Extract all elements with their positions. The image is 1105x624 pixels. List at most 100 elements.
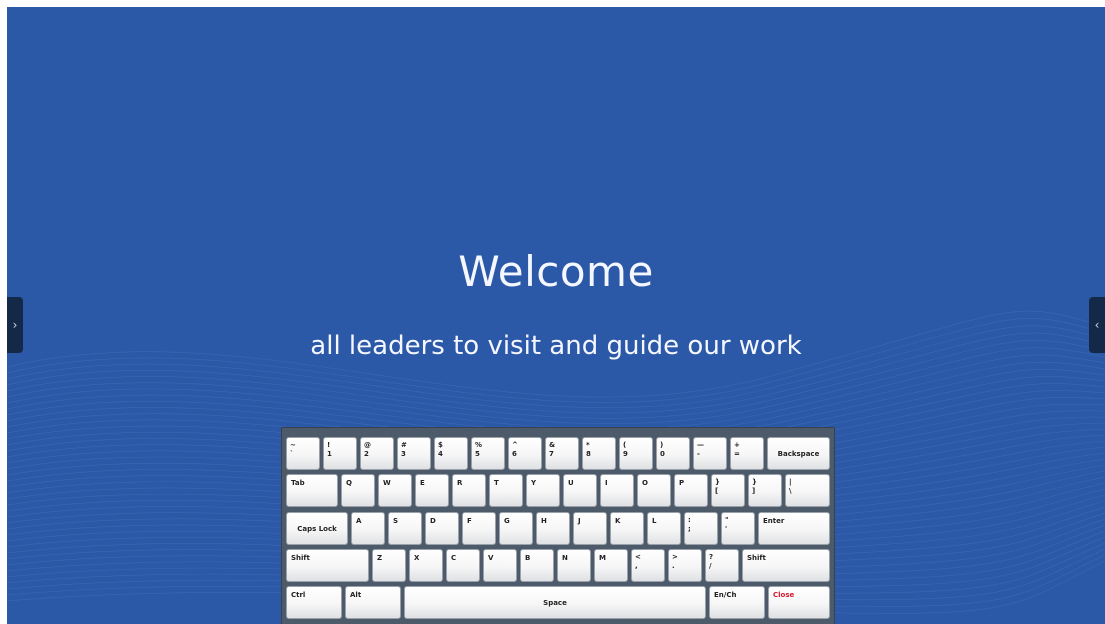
key-base-char: 5 <box>475 450 480 458</box>
key-z[interactable]: Z <box>372 549 406 582</box>
key-base-char: 3 <box>401 450 406 458</box>
key-shift-char: ? <box>709 553 714 561</box>
key-label: B <box>525 554 531 562</box>
key-j[interactable]: J <box>573 512 607 545</box>
key-shift-char: ~ <box>290 441 296 449</box>
key-9[interactable]: (9 <box>619 437 653 470</box>
key-label: Shift <box>291 554 310 562</box>
chevron-left-icon: ‹ <box>1094 318 1100 332</box>
key-v[interactable]: V <box>483 549 517 582</box>
key-w[interactable]: W <box>378 474 412 507</box>
key-backslash[interactable]: | \ <box>785 474 830 507</box>
key-period[interactable]: >. <box>668 549 702 582</box>
key-backtick[interactable]: ~ ` <box>286 437 320 470</box>
background-wave-line <box>7 354 1105 430</box>
key-equals[interactable]: + = <box>730 437 764 470</box>
right-side-panel-tab[interactable]: ‹ <box>1089 297 1105 353</box>
key-e[interactable]: E <box>415 474 449 507</box>
key-a[interactable]: A <box>351 512 385 545</box>
key-quote[interactable]: " ' <box>721 512 755 545</box>
key-b[interactable]: B <box>520 549 554 582</box>
key-f[interactable]: F <box>462 512 496 545</box>
key-base-char: 1 <box>327 450 332 458</box>
key-p[interactable]: P <box>674 474 708 507</box>
key-6[interactable]: ^ 6 <box>508 437 542 470</box>
key-0[interactable]: ) 0 <box>656 437 690 470</box>
key-2[interactable]: @2 <box>360 437 394 470</box>
key-tab[interactable]: Tab <box>286 474 338 507</box>
key-label: K <box>615 517 621 525</box>
key-right-bracket[interactable]: }] <box>748 474 782 507</box>
left-side-panel-tab[interactable]: › <box>7 297 23 353</box>
key-shift-left[interactable]: Shift <box>286 549 369 582</box>
key-alt[interactable]: Alt <box>345 586 401 619</box>
key-base-char: - <box>697 450 700 458</box>
key-g[interactable]: G <box>499 512 533 545</box>
key-label: D <box>430 517 436 525</box>
key-label: Enter <box>763 517 785 525</box>
key-s[interactable]: S <box>388 512 422 545</box>
key-enter[interactable]: Enter <box>758 512 830 545</box>
key-label: En/Ch <box>714 591 737 599</box>
key-k[interactable]: K <box>610 512 644 545</box>
key-q[interactable]: Q <box>341 474 375 507</box>
key-base-char: / <box>709 562 712 570</box>
key-shift-char: : <box>688 516 691 524</box>
key-i[interactable]: I <box>600 474 634 507</box>
key-left-bracket[interactable]: }[ <box>711 474 745 507</box>
key-caps-lock[interactable]: Caps Lock <box>286 512 348 545</box>
key-base-char: . <box>672 562 675 570</box>
key-shift-right[interactable]: Shift <box>742 549 830 582</box>
key-4[interactable]: $4 <box>434 437 468 470</box>
key-label: Ctrl <box>291 591 306 599</box>
key-base-char: 0 <box>660 450 665 458</box>
key-slash[interactable]: ? / <box>705 549 739 582</box>
key-shift-char: ! <box>327 441 331 449</box>
key-d[interactable]: D <box>425 512 459 545</box>
key-shift-char: | <box>789 478 792 486</box>
key-label: J <box>578 517 581 525</box>
key-label: Space <box>543 599 567 607</box>
key-label: V <box>488 554 494 562</box>
key-shift-char: ( <box>623 441 627 449</box>
key-x[interactable]: X <box>409 549 443 582</box>
key-m[interactable]: M <box>594 549 628 582</box>
key-h[interactable]: H <box>536 512 570 545</box>
key-label: S <box>393 517 399 525</box>
key-label: P <box>679 479 685 487</box>
key-r[interactable]: R <box>452 474 486 507</box>
key-label: G <box>504 517 510 525</box>
key-shift-char: } <box>715 478 720 486</box>
key-minus[interactable]: — - <box>693 437 727 470</box>
key-backspace[interactable]: Backspace <box>767 437 830 470</box>
key-shift-char: * <box>586 441 590 449</box>
key-base-char: = <box>734 450 740 458</box>
key-base-char: 9 <box>623 450 628 458</box>
key-space[interactable]: Space <box>404 586 706 619</box>
key-ctrl[interactable]: Ctrl <box>286 586 342 619</box>
key-o[interactable]: O <box>637 474 671 507</box>
key-label: W <box>383 479 391 487</box>
key-comma[interactable]: <, <box>631 549 665 582</box>
key-shift-char: # <box>401 441 407 449</box>
key-u[interactable]: U <box>563 474 597 507</box>
key-l[interactable]: L <box>647 512 681 545</box>
key-t[interactable]: T <box>489 474 523 507</box>
key-c[interactable]: C <box>446 549 480 582</box>
key-label: U <box>568 479 574 487</box>
key-label: A <box>356 517 362 525</box>
key-label: Caps Lock <box>297 525 337 533</box>
key-base-char: 4 <box>438 450 443 458</box>
key-1[interactable]: ! 1 <box>323 437 357 470</box>
key-semicolon[interactable]: :; <box>684 512 718 545</box>
key-7[interactable]: & 7 <box>545 437 579 470</box>
keyboard-close-button[interactable]: Close <box>768 586 830 619</box>
key-5[interactable]: % 5 <box>471 437 505 470</box>
key-3[interactable]: #3 <box>397 437 431 470</box>
key-en-ch[interactable]: En/Ch <box>709 586 765 619</box>
welcome-subtitle: all leaders to visit and guide our work <box>310 331 802 361</box>
key-n[interactable]: N <box>557 549 591 582</box>
key-label: M <box>599 554 606 562</box>
key-y[interactable]: Y <box>526 474 560 507</box>
key-8[interactable]: * 8 <box>582 437 616 470</box>
